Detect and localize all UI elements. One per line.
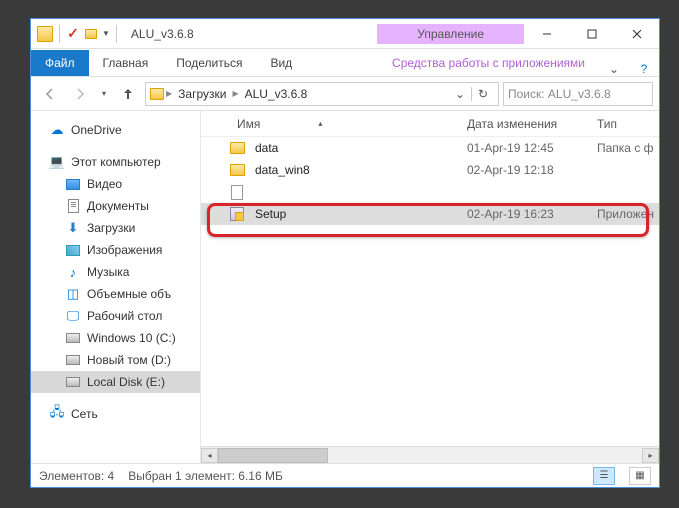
tab-share[interactable]: Поделиться — [162, 50, 256, 76]
nav-bar: ▾ ▶ Загрузки ▶ ALU_v3.6.8 ⌄ ↻ Поиск: ALU… — [31, 77, 659, 111]
scroll-left-button[interactable]: ◂ — [201, 448, 218, 463]
folder-icon — [229, 162, 245, 178]
status-selected: Выбран 1 элемент: 6.16 МБ — [128, 469, 283, 483]
video-icon — [65, 176, 81, 192]
col-type[interactable]: Тип — [589, 117, 625, 131]
title-bar: ✓ ▼ ALU_v3.6.8 Управление — [31, 19, 659, 49]
maximize-button[interactable] — [569, 20, 614, 48]
forward-button[interactable] — [67, 81, 93, 107]
column-headers: Имя▴ Дата изменения Тип — [201, 111, 659, 137]
horizontal-scrollbar[interactable]: ◂ ▸ — [201, 446, 659, 463]
qat-dropdown-icon[interactable]: ▼ — [102, 29, 110, 38]
drive-icon — [65, 330, 81, 346]
tab-home[interactable]: Главная — [89, 50, 163, 76]
drive-icon — [65, 374, 81, 390]
refresh-icon[interactable]: ↻ — [471, 87, 494, 101]
ribbon-expand-icon[interactable]: ⌄ — [599, 62, 629, 76]
minimize-button[interactable] — [524, 20, 569, 48]
properties-icon[interactable]: ✓ — [66, 27, 80, 41]
desktop-icon: 🖵 — [65, 308, 81, 324]
tree-videos[interactable]: Видео — [31, 173, 200, 195]
tree-drive-d[interactable]: Новый том (D:) — [31, 349, 200, 371]
scroll-track[interactable] — [218, 448, 642, 463]
view-details-button[interactable]: ☰ — [593, 467, 615, 485]
list-item-setup[interactable]: Setup 02-Apr-19 16:23 Приложен — [201, 203, 659, 225]
pc-icon: 💻 — [49, 154, 65, 170]
close-button[interactable] — [614, 20, 659, 48]
tree-downloads[interactable]: ⬇Загрузки — [31, 217, 200, 239]
explorer-window: ✓ ▼ ALU_v3.6.8 Управление Файл Главная П… — [30, 18, 660, 488]
tree-pictures[interactable]: Изображения — [31, 239, 200, 261]
file-icon — [229, 184, 245, 200]
file-list[interactable]: data 01-Apr-19 12:45 Папка с ф data_win8… — [201, 137, 659, 446]
back-button[interactable] — [37, 81, 63, 107]
drive-icon — [65, 352, 81, 368]
tree-3d-objects[interactable]: ◫Объемные объ — [31, 283, 200, 305]
tree-drive-c[interactable]: Windows 10 (C:) — [31, 327, 200, 349]
download-icon: ⬇ — [65, 220, 81, 236]
address-bar[interactable]: ▶ Загрузки ▶ ALU_v3.6.8 ⌄ ↻ — [145, 82, 499, 106]
status-bar: Элементов: 4 Выбран 1 элемент: 6.16 МБ ☰… — [31, 463, 659, 487]
scroll-thumb[interactable] — [218, 448, 328, 463]
list-item[interactable] — [201, 181, 659, 203]
music-icon: ♪ — [65, 264, 81, 280]
list-item[interactable]: data_win8 02-Apr-19 12:18 — [201, 159, 659, 181]
tree-this-pc[interactable]: 💻Этот компьютер — [31, 151, 200, 173]
qat-separator — [59, 25, 60, 43]
tree-network[interactable]: 🖧Сеть — [31, 403, 200, 425]
sort-asc-icon: ▴ — [318, 119, 322, 128]
tree-documents[interactable]: Документы — [31, 195, 200, 217]
tree-drive-e[interactable]: Local Disk (E:) — [31, 371, 200, 393]
installer-icon — [229, 206, 245, 222]
ribbon-context-label: Управление — [377, 24, 524, 44]
scroll-right-button[interactable]: ▸ — [642, 448, 659, 463]
folder-icon — [229, 140, 245, 156]
window-title: ALU_v3.6.8 — [131, 27, 194, 41]
tree-onedrive[interactable]: ☁OneDrive — [31, 119, 200, 141]
list-item[interactable]: data 01-Apr-19 12:45 Папка с ф — [201, 137, 659, 159]
tab-file[interactable]: Файл — [31, 50, 89, 76]
col-date[interactable]: Дата изменения — [459, 117, 589, 131]
tab-app-tools[interactable]: Средства работы с приложениями — [378, 50, 599, 76]
ribbon-tabs: Файл Главная Поделиться Вид Средства раб… — [31, 49, 659, 77]
navigation-pane[interactable]: ☁OneDrive 💻Этот компьютер Видео Документ… — [31, 111, 201, 463]
network-icon: 🖧 — [49, 406, 65, 422]
address-dropdown-icon[interactable]: ⌄ — [451, 87, 469, 101]
cube-icon: ◫ — [65, 286, 81, 302]
help-icon[interactable]: ? — [629, 62, 659, 76]
document-icon — [65, 198, 81, 214]
title-bar-left: ✓ ▼ ALU_v3.6.8 — [31, 25, 377, 43]
address-folder-icon — [150, 88, 164, 100]
new-folder-icon[interactable] — [84, 27, 98, 41]
search-placeholder: Поиск: ALU_v3.6.8 — [508, 87, 611, 101]
history-dropdown[interactable]: ▾ — [97, 81, 111, 107]
onedrive-icon: ☁ — [49, 122, 65, 138]
breadcrumb-current[interactable]: ALU_v3.6.8 — [241, 87, 312, 101]
body: ☁OneDrive 💻Этот компьютер Видео Документ… — [31, 111, 659, 463]
content-pane: Имя▴ Дата изменения Тип data 01-Apr-19 1… — [201, 111, 659, 463]
chevron-right-icon[interactable]: ▶ — [232, 89, 238, 98]
pictures-icon — [65, 242, 81, 258]
tree-desktop[interactable]: 🖵Рабочий стол — [31, 305, 200, 327]
window-controls — [524, 20, 659, 48]
col-name[interactable]: Имя▴ — [229, 117, 459, 131]
breadcrumb-downloads[interactable]: Загрузки — [174, 87, 230, 101]
tree-music[interactable]: ♪Музыка — [31, 261, 200, 283]
title-separator — [116, 25, 117, 43]
status-count: Элементов: 4 — [39, 469, 114, 483]
search-input[interactable]: Поиск: ALU_v3.6.8 — [503, 82, 653, 106]
folder-icon — [37, 26, 53, 42]
tab-view[interactable]: Вид — [256, 50, 306, 76]
view-icons-button[interactable]: ▦ — [629, 467, 651, 485]
chevron-right-icon[interactable]: ▶ — [166, 89, 172, 98]
up-button[interactable] — [115, 81, 141, 107]
